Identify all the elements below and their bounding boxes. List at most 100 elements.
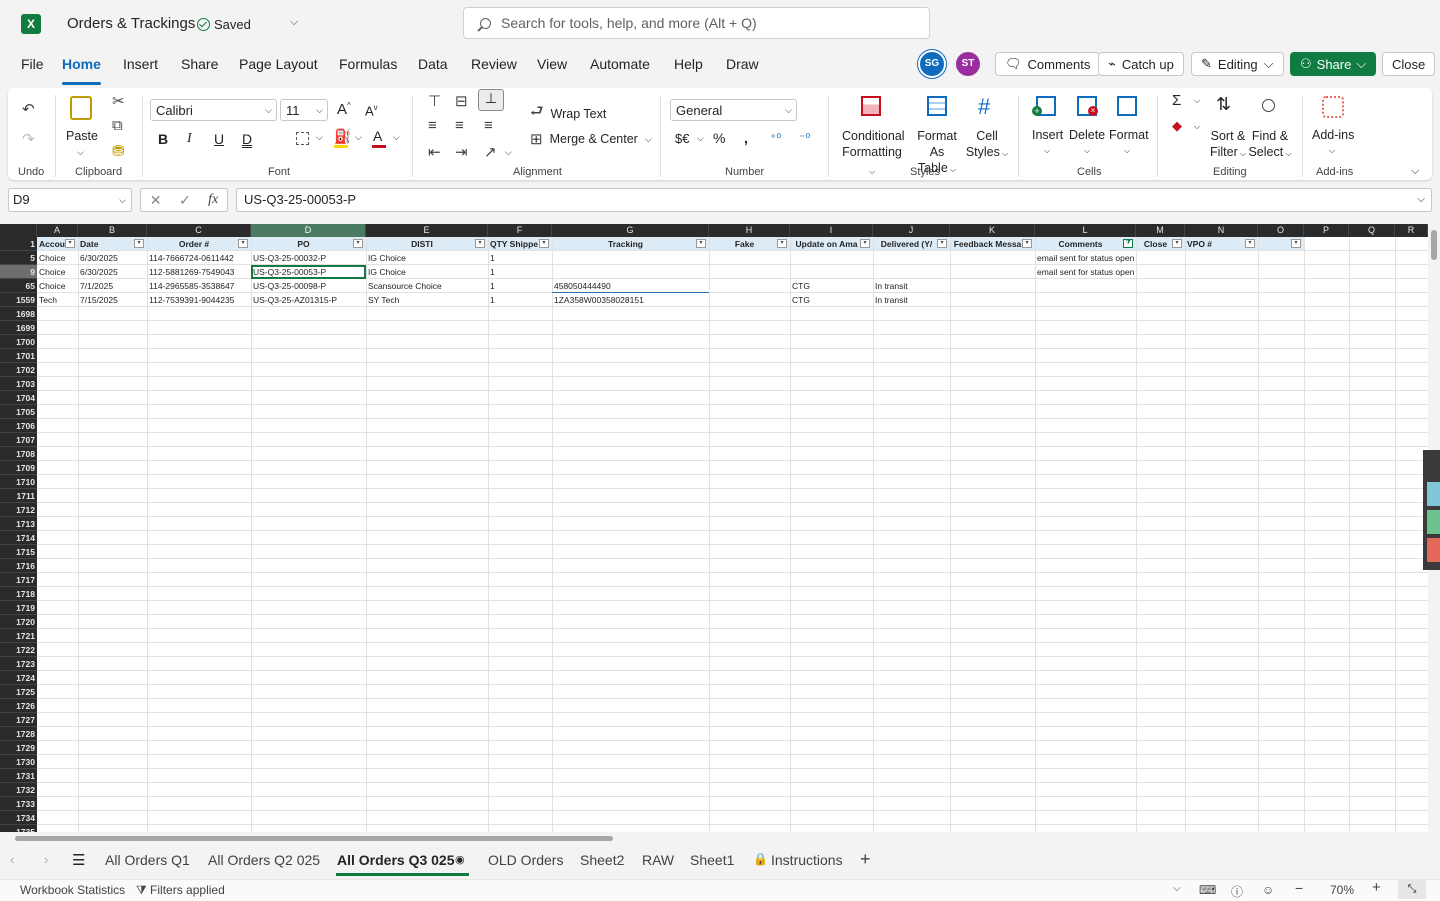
table-cell[interactable]: US-Q3-25-AZ01315-P bbox=[251, 293, 366, 307]
feedback-icon[interactable]: ☺ bbox=[1262, 883, 1274, 897]
autosum-icon[interactable]: Σ bbox=[1172, 92, 1181, 109]
row-header[interactable]: 1715 bbox=[0, 545, 37, 559]
menu-draw[interactable]: Draw bbox=[726, 56, 759, 72]
comments-button[interactable]: 🗨 Comments bbox=[995, 52, 1101, 76]
orientation-icon[interactable]: ↗ bbox=[484, 143, 497, 161]
filter-dropdown-icon[interactable]: ▾ bbox=[1172, 239, 1182, 248]
chevron-down-icon[interactable]: ⌵ bbox=[290, 16, 298, 29]
row-header[interactable]: 1714 bbox=[0, 531, 37, 545]
borders-icon[interactable] bbox=[296, 132, 309, 145]
table-cell[interactable]: 7/15/2025 bbox=[78, 293, 147, 307]
row-header[interactable]: 1735 bbox=[0, 825, 37, 832]
table-cell[interactable]: 6/30/2025 bbox=[78, 265, 147, 279]
menu-page-layout[interactable]: Page Layout bbox=[239, 56, 318, 72]
close-button[interactable]: Close bbox=[1382, 52, 1436, 76]
filter-dropdown-icon[interactable]: ▾ bbox=[777, 239, 787, 248]
chevron-down-icon[interactable]: ⌵ bbox=[1329, 146, 1335, 156]
add-ins-icon[interactable] bbox=[1322, 96, 1344, 118]
align-middle-icon[interactable]: ⊟ bbox=[455, 92, 468, 110]
cancel-icon[interactable]: ✕ bbox=[150, 192, 162, 209]
menu-home[interactable]: Home bbox=[62, 56, 101, 72]
table-header-cell[interactable]: Accou bbox=[37, 237, 66, 251]
filter-dropdown-icon[interactable]: ▾ bbox=[696, 239, 706, 248]
find-select-icon[interactable] bbox=[1262, 99, 1275, 112]
column-header-h[interactable]: H bbox=[709, 224, 790, 237]
table-header-cell[interactable]: Feedback Messa bbox=[950, 237, 1023, 251]
table-cell[interactable]: In transit bbox=[873, 293, 950, 307]
decrease-font-icon[interactable]: Av bbox=[365, 103, 378, 118]
row-header[interactable]: 1718 bbox=[0, 587, 37, 601]
fill-color-icon[interactable]: ⛽ bbox=[334, 128, 351, 145]
format-cells-icon[interactable] bbox=[1117, 96, 1137, 116]
table-cell[interactable]: 112-7539391-9044235 bbox=[147, 293, 251, 307]
currency-icon[interactable]: $€ bbox=[675, 131, 689, 146]
table-header-cell[interactable]: VPO # bbox=[1185, 237, 1246, 251]
column-header-g[interactable]: G bbox=[552, 224, 709, 237]
underline-icon[interactable]: U bbox=[214, 131, 224, 147]
row-header[interactable]: 1724 bbox=[0, 671, 37, 685]
filter-dropdown-icon[interactable]: ▾ bbox=[353, 239, 363, 248]
align-center-icon[interactable]: ≡ bbox=[455, 117, 464, 134]
avatar-st[interactable]: ST bbox=[956, 52, 980, 76]
align-bottom-icon[interactable]: ⊥ bbox=[478, 89, 504, 111]
chevron-down-icon[interactable]: ⌵ bbox=[1194, 122, 1200, 132]
row-header[interactable]: 1559 bbox=[0, 293, 37, 307]
table-cell[interactable]: 458050444490 bbox=[552, 279, 709, 293]
table-cell[interactable]: email sent for status open bbox=[1035, 251, 1136, 265]
chevron-down-icon[interactable]: ⌵ bbox=[1084, 146, 1090, 156]
table-cell[interactable]: 1ZA358W00358028151 bbox=[552, 293, 709, 307]
avatar-sg[interactable]: SG bbox=[920, 52, 944, 76]
table-cell[interactable]: 6/30/2025 bbox=[78, 251, 147, 265]
excel-logo-icon[interactable]: X bbox=[21, 14, 41, 34]
menu-insert[interactable]: Insert bbox=[123, 56, 158, 72]
table-header-cell[interactable]: DISTI bbox=[366, 237, 476, 251]
filter-dropdown-icon[interactable]: ▾ bbox=[539, 239, 549, 248]
column-header-k[interactable]: K bbox=[950, 224, 1035, 237]
row-header[interactable]: 1704 bbox=[0, 391, 37, 405]
help-icon[interactable]: ⓘ bbox=[1231, 883, 1243, 900]
table-header-cell[interactable]: Update on Ama bbox=[790, 237, 861, 251]
tab-scroll-left-icon[interactable]: ‹ bbox=[10, 852, 14, 867]
number-format-select[interactable]: General ⌵ bbox=[670, 99, 797, 121]
table-cell[interactable]: 114-2965585-3538647 bbox=[147, 279, 251, 293]
table-header-cell[interactable]: Tracking bbox=[552, 237, 697, 251]
row-header[interactable]: 1705 bbox=[0, 405, 37, 419]
zoom-out-icon[interactable]: − bbox=[1295, 880, 1303, 896]
table-cell[interactable]: US-Q3-25-00098-P bbox=[251, 279, 366, 293]
format-painter-icon[interactable]: ⛃ bbox=[112, 142, 125, 160]
chevron-down-icon[interactable]: ⌵ bbox=[316, 132, 323, 143]
table-cell[interactable]: US-Q3-25-00032-P bbox=[251, 251, 366, 265]
zoom-level[interactable]: 70% bbox=[1330, 883, 1354, 897]
row-header[interactable]: 1732 bbox=[0, 783, 37, 797]
font-size-select[interactable]: 11 ⌵ bbox=[280, 99, 328, 121]
format-cells-button[interactable]: Format bbox=[1109, 128, 1149, 142]
sort-filter-icon[interactable]: ⇅ bbox=[1216, 94, 1231, 115]
redo-icon[interactable]: ↷ bbox=[22, 130, 35, 148]
row-header[interactable]: 1703 bbox=[0, 377, 37, 391]
row-header[interactable]: 1700 bbox=[0, 335, 37, 349]
clear-icon[interactable]: ◆ bbox=[1172, 118, 1182, 134]
column-header-d[interactable]: D bbox=[251, 224, 366, 237]
filter-dropdown-icon[interactable]: ▾ bbox=[134, 239, 144, 248]
table-cell[interactable]: 1 bbox=[488, 251, 552, 265]
table-header-cell[interactable]: QTY Shippe bbox=[488, 237, 540, 251]
row-header[interactable]: 1727 bbox=[0, 713, 37, 727]
row-header[interactable]: 1717 bbox=[0, 573, 37, 587]
paste-button[interactable]: Paste bbox=[66, 129, 98, 143]
tab-scroll-right-icon[interactable]: › bbox=[44, 852, 48, 867]
row-header[interactable]: 1702 bbox=[0, 363, 37, 377]
side-tab-2[interactable] bbox=[1427, 510, 1440, 534]
menu-view[interactable]: View bbox=[537, 56, 567, 72]
column-header-l[interactable]: L bbox=[1035, 224, 1136, 237]
share-button[interactable]: ⚇ Share ⌵ bbox=[1290, 52, 1377, 76]
table-cell[interactable]: 114-7666724-0611442 bbox=[147, 251, 251, 265]
tab-all-orders-q3[interactable]: All Orders Q3 025 bbox=[337, 852, 455, 868]
zoom-in-icon[interactable]: + bbox=[1372, 879, 1381, 896]
filter-dropdown-icon[interactable]: ▾ bbox=[860, 239, 870, 248]
column-header-p[interactable]: P bbox=[1304, 224, 1349, 237]
chevron-down-icon[interactable]: ⌵ bbox=[505, 147, 512, 158]
row-header[interactable]: 5 bbox=[0, 251, 37, 265]
conditional-formatting-icon[interactable] bbox=[861, 96, 881, 116]
column-header-j[interactable]: J bbox=[873, 224, 950, 237]
table-cell[interactable]: In transit bbox=[873, 279, 950, 293]
